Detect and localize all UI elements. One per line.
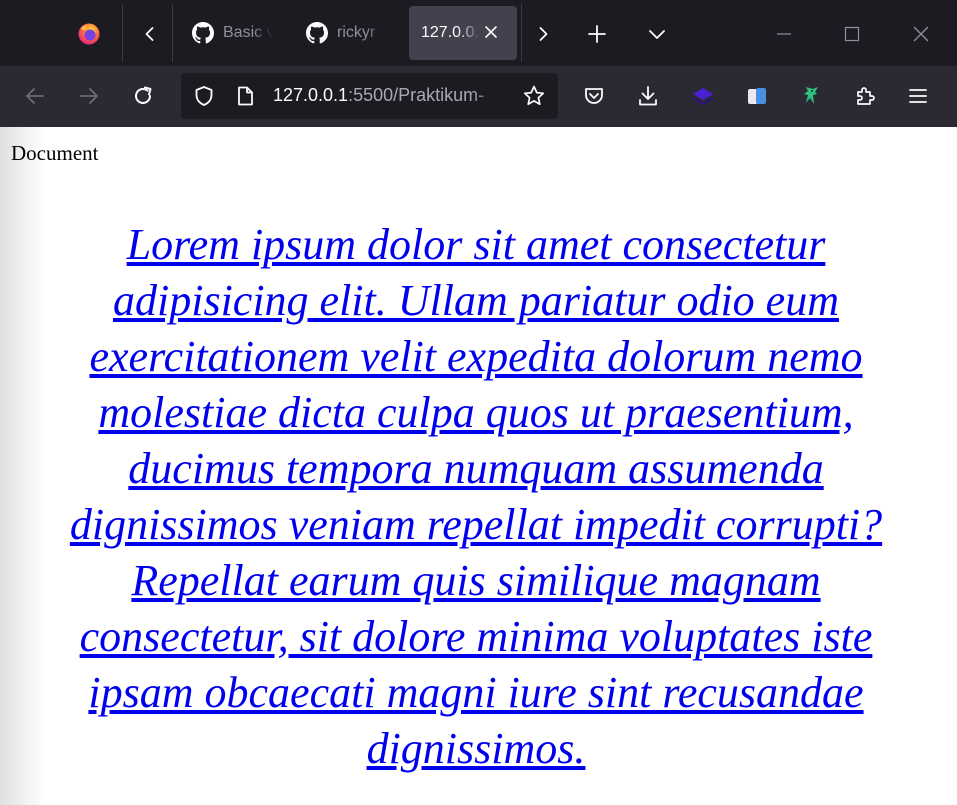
tracking-protection-shield-icon[interactable] [193, 85, 215, 107]
bookmark-star-button[interactable] [522, 84, 546, 108]
star-icon [523, 85, 545, 106]
downloads-button[interactable] [628, 76, 668, 116]
page-viewport: Document Lorem ipsum dolor sit amet cons… [0, 127, 957, 805]
tab-divider [172, 4, 173, 62]
minimize-window-button[interactable] [764, 9, 804, 59]
lorem-ipsum-link[interactable]: Lorem ipsum dolor sit amet consectetur a… [26, 217, 926, 777]
url-path: :5500/Praktikum- [348, 85, 485, 105]
firefox-logo-icon[interactable] [69, 9, 109, 59]
forward-button[interactable] [69, 76, 109, 116]
close-window-button[interactable] [901, 9, 941, 59]
tab-divider [521, 4, 522, 62]
document-label: Document [11, 141, 99, 165]
download-icon [639, 86, 657, 106]
close-icon [913, 26, 929, 42]
url-input[interactable]: 127.0.0.1:5500/Praktikum- [273, 85, 513, 106]
mascot-icon [804, 87, 818, 104]
tab-localhost[interactable]: 127.0.0. [409, 6, 517, 60]
url-host: 127.0.0.1 [273, 85, 349, 105]
tab-basic[interactable]: Basic v [180, 6, 278, 60]
chevron-down-icon [649, 30, 665, 39]
layers-icon [693, 88, 713, 105]
puzzle-piece-icon [857, 87, 875, 105]
github-icon [306, 22, 328, 44]
app-menu-button[interactable] [898, 76, 938, 116]
tab-rickyr[interactable]: rickyr [294, 6, 392, 60]
hamburger-menu-icon [909, 89, 927, 103]
extensions-button[interactable] [845, 76, 885, 116]
scroll-tabs-left-button[interactable] [130, 9, 170, 59]
pocket-button[interactable] [574, 76, 614, 116]
chevron-left-icon [145, 27, 154, 41]
new-tab-button[interactable] [577, 9, 617, 59]
chevron-right-icon [539, 27, 548, 41]
tab-label: 127.0.0. [421, 24, 479, 41]
page-info-icon[interactable] [234, 85, 256, 107]
close-icon [485, 26, 497, 38]
list-all-tabs-button[interactable] [637, 9, 677, 59]
maximize-window-button[interactable] [832, 9, 872, 59]
maximize-icon [844, 26, 860, 42]
extension-mascot-button[interactable] [791, 76, 831, 116]
github-icon [192, 22, 214, 44]
reload-icon [135, 86, 152, 104]
close-tab-button[interactable] [483, 24, 499, 40]
tab-label: Basic v [223, 24, 273, 41]
arrow-left-icon [26, 88, 44, 104]
plus-icon [588, 25, 606, 43]
extension-docs-button[interactable] [737, 76, 777, 116]
navigation-toolbar: 127.0.0.1:5500/Praktikum- [0, 66, 957, 127]
pocket-icon [585, 88, 603, 104]
document-copy-icon [748, 88, 766, 104]
tab-strip: Basic v rickyr 127.0.0. [0, 0, 957, 66]
back-button[interactable] [15, 76, 55, 116]
extension-layers-button[interactable] [683, 76, 723, 116]
reload-button[interactable] [123, 76, 163, 116]
arrow-right-icon [80, 88, 98, 104]
tab-divider [122, 4, 123, 62]
tab-label: rickyr [337, 24, 376, 41]
minimize-icon [777, 33, 791, 35]
address-bar[interactable]: 127.0.0.1:5500/Praktikum- [181, 73, 558, 119]
scroll-tabs-right-button[interactable] [523, 9, 563, 59]
